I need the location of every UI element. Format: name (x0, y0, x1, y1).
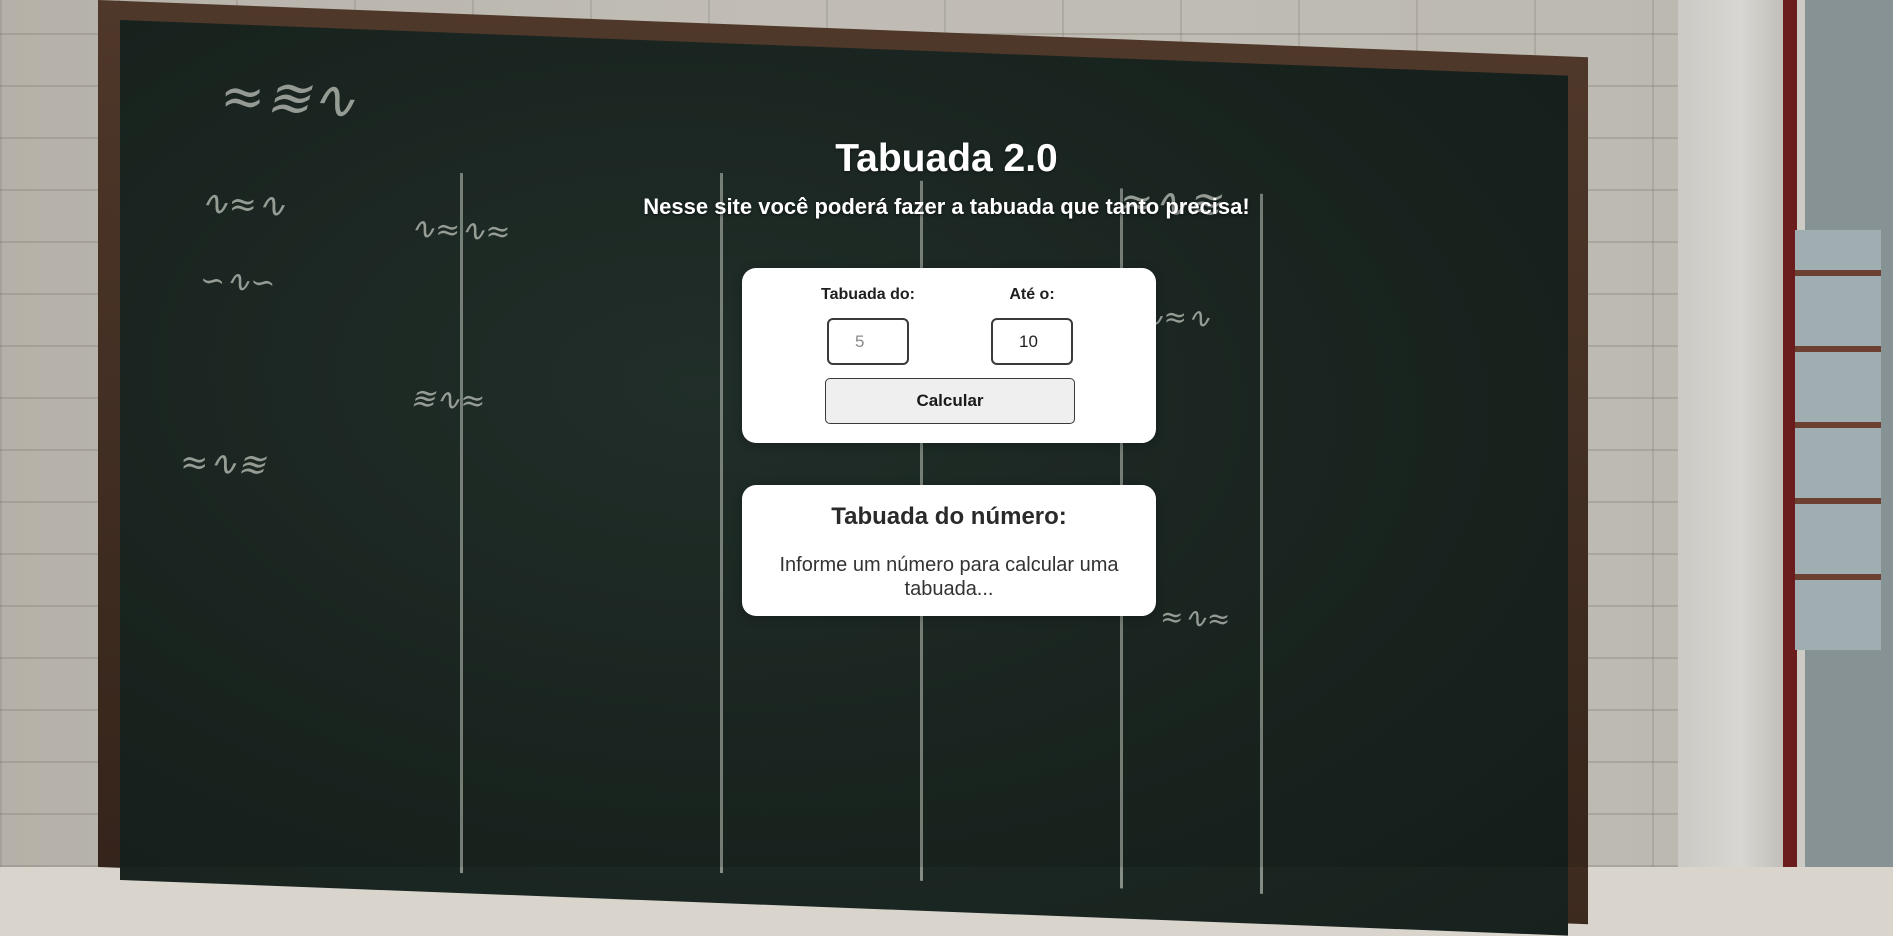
page-title: Tabuada 2.0 (835, 137, 1058, 180)
limit-input[interactable] (991, 318, 1073, 365)
page-header: Tabuada 2.0 Nesse site você poderá fazer… (0, 130, 1893, 220)
limit-label: Até o: (1009, 286, 1055, 303)
result-card: Tabuada do número: Informe um número par… (742, 485, 1156, 616)
limit-field-group: Até o: (972, 286, 1092, 365)
result-message: Informe um número para calcular uma tabu… (779, 554, 1119, 600)
number-field-group: Tabuada do: (808, 286, 928, 365)
number-input[interactable] (827, 318, 909, 365)
page-subtitle: Nesse site você poderá fazer a tabuada q… (643, 194, 1250, 219)
multiplication-form-card: Tabuada do: Até o: Calcular (742, 268, 1156, 443)
calculate-button[interactable]: Calcular (825, 378, 1075, 424)
number-label: Tabuada do: (821, 286, 915, 303)
result-title: Tabuada do número: (831, 503, 1067, 530)
